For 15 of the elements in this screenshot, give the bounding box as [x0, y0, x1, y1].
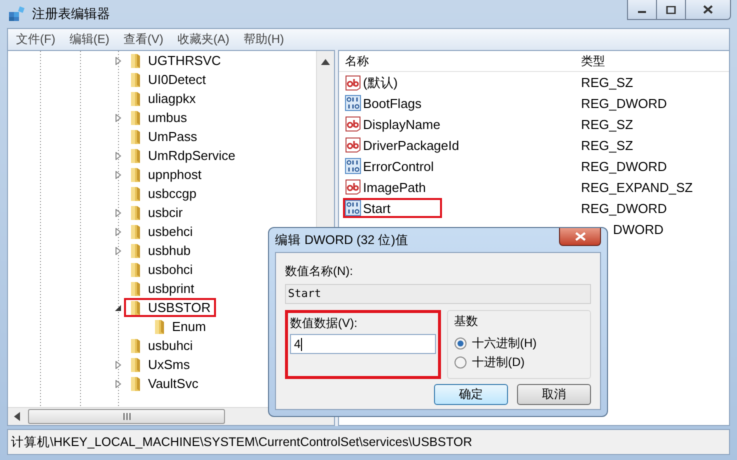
group-title: 基数: [454, 313, 479, 330]
field-label: 数值数据(V):: [290, 315, 358, 332]
table-cell: REG_SZ: [581, 138, 634, 153]
dialog-title: 编辑 DWORD (32 位)值: [275, 232, 408, 248]
table-cell: REG_EXPAND_SZ: [581, 180, 693, 195]
table-cell: REG_SZ: [581, 117, 634, 132]
table-cell: REG_DWORD: [581, 159, 667, 174]
window-title: 注册表编辑器: [32, 5, 110, 23]
table-cell: REG_DWORD: [581, 96, 667, 111]
value-name-field: Start: [285, 284, 591, 304]
table-cell: DWORD: [613, 222, 664, 237]
field-label: 数值名称(N):: [285, 263, 354, 280]
table-cell: REG_DWORD: [581, 201, 667, 216]
table-cell: REG_SZ: [581, 75, 634, 90]
status-bar: 计算机\HKEY_LOCAL_MACHINE\SYSTEM\CurrentControlSet\services\USBSTOR: [7, 429, 730, 455]
